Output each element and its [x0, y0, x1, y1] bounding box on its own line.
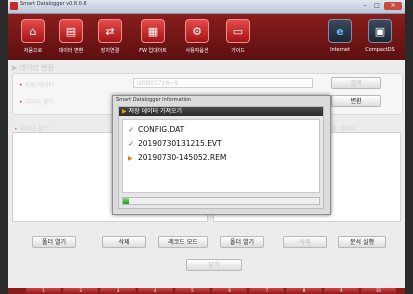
open-folder-right-button[interactable]: 폴더 열기 [220, 236, 264, 248]
guide-button[interactable]: ▭ 가이드 [219, 19, 257, 57]
home-label: 처음으로 [23, 48, 43, 54]
status-tab-6[interactable]: 6 [212, 288, 248, 294]
transfer-file-list: ✓ CONFIG.DAT ✓ 20190730131215.EVT ▶ 2019073… [122, 119, 320, 193]
status-tab-9[interactable]: 9 [323, 288, 359, 294]
dialog-header-text: 저장 데이터 가져오기 [128, 108, 183, 115]
analyze-button[interactable]: 분석 실행 [338, 236, 386, 248]
gear-icon: ⚙ [185, 19, 209, 43]
dialog-header: ▶ 저장 데이터 가져오기 [119, 107, 323, 116]
arrow-icon: ▶ [122, 108, 127, 115]
convert-icon: ▤ [59, 19, 83, 43]
folder-label-row: • 데이터 폴더 [19, 99, 54, 106]
internet-icon: e [328, 19, 352, 43]
status-tab-4[interactable]: 4 [137, 288, 173, 294]
status-tab-2[interactable]: 2 [63, 288, 99, 294]
title-bar: Smart Datalogger v0.8.0.8 – □ ✕ [8, 0, 405, 14]
progress-fill [123, 198, 129, 204]
info-dialog: Smart Datalogger Information ▶ 저장 데이터 가져… [112, 95, 331, 215]
section-title: ▶ 데이터 변환 [12, 64, 55, 72]
list-item: ✓ 20190730131215.EVT [128, 139, 222, 148]
search-button[interactable]: 검색 [331, 77, 381, 89]
window-title: Smart Datalogger v0.8.0.8 [20, 1, 87, 7]
delete-right-button[interactable]: 삭제 [283, 236, 327, 248]
convert-button[interactable]: 변환 [331, 95, 381, 107]
folder-label: 데이터 폴더 [24, 99, 54, 106]
dialog-body: ▶ 저장 데이터 가져오기 ✓ CONFIG.DAT ✓ 2019073013121… [118, 106, 324, 209]
check-icon: ✓ [128, 125, 135, 134]
list-item: ▶ 20190730-145052.REM [128, 153, 226, 162]
source-label: 저장 데이터 [24, 82, 54, 89]
firmware-icon: ▦ [141, 19, 165, 43]
play-arrow-icon: ▶ [128, 155, 133, 162]
close-button[interactable]: 닫기 [186, 259, 242, 271]
check-icon: ✓ [128, 139, 135, 148]
status-bar: 1 2 3 4 5 6 7 8 9 10 [26, 288, 397, 294]
source-label-row: • 저장 데이터 [19, 82, 54, 89]
status-tab-10[interactable]: 10 [360, 288, 397, 294]
data-convert-label: 데이터 변환 [58, 48, 84, 54]
fw-update-label: FW 업데이트 [139, 48, 167, 54]
delete-left-button[interactable]: 삭제 [102, 236, 146, 248]
user-options-label: 사용자옵션 [185, 48, 209, 54]
fw-update-button[interactable]: ▦ FW 업데이트 [134, 19, 172, 57]
status-tab-8[interactable]: 8 [286, 288, 322, 294]
internet-button[interactable]: e Internet [321, 19, 359, 57]
app-window: Smart Datalogger v0.8.0.8 – □ ✕ ⌂ 처음으로 ▤… [8, 0, 405, 294]
connect-icon: ⇄ [98, 19, 122, 43]
maximize-button[interactable]: □ [372, 2, 382, 10]
file-name: 20190730131215.EVT [138, 139, 222, 148]
status-tab-1[interactable]: 1 [26, 288, 62, 294]
minimize-button[interactable]: – [360, 2, 370, 10]
close-window-button[interactable]: ✕ [384, 2, 402, 10]
guide-icon: ▭ [226, 19, 250, 43]
source-field[interactable]: URD01726~9 [133, 78, 313, 88]
status-tab-5[interactable]: 5 [174, 288, 211, 294]
home-icon: ⌂ [21, 19, 45, 43]
record-mode-button[interactable]: 레코드 모드 [158, 236, 208, 248]
file-name: 20190730-145052.REM [138, 153, 227, 162]
status-tab-7[interactable]: 7 [249, 288, 285, 294]
data-convert-button[interactable]: ▤ 데이터 변환 [52, 19, 90, 57]
user-options-button[interactable]: ⚙ 사용자옵션 [178, 19, 216, 57]
list-item: ✓ CONFIG.DAT [128, 125, 184, 134]
file-name: CONFIG.DAT [138, 125, 185, 134]
main-toolbar: ⌂ 처음으로 ▤ 데이터 변환 ⇄ 장치연결 ▦ FW 업데이트 ⚙ 사용자옵션… [8, 14, 405, 60]
app-icon [10, 2, 18, 10]
compactds-button[interactable]: ▣ CompactDS [361, 19, 399, 57]
device-connect-label: 장치연결 [100, 48, 120, 54]
compactds-label: CompactDS [365, 47, 395, 53]
home-button[interactable]: ⌂ 처음으로 [14, 19, 52, 57]
compactds-icon: ▣ [368, 19, 392, 43]
guide-label: 가이드 [231, 48, 245, 54]
progress-bar [122, 197, 320, 205]
open-folder-left-button[interactable]: 폴더 열기 [32, 236, 76, 248]
internet-label: Internet [330, 47, 350, 53]
device-connect-button[interactable]: ⇄ 장치연결 [91, 19, 129, 57]
status-tab-3[interactable]: 3 [100, 288, 136, 294]
dialog-title: Smart Datalogger Information [116, 97, 192, 103]
